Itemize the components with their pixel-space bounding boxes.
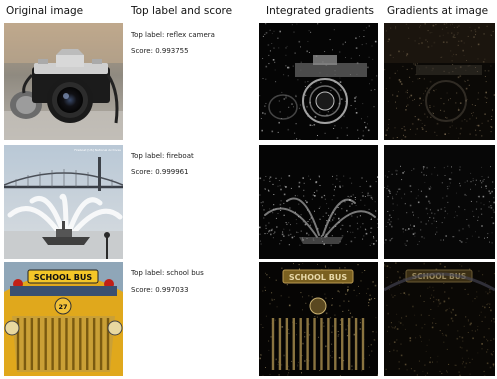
row-3-score: Score: 0.997033 (131, 286, 189, 294)
row-1-top-label: Top label: reflex camera (131, 31, 215, 39)
header-original-image: Original image (6, 5, 84, 17)
original-image-fireboat: Fireboat [US] National Archives (4, 145, 123, 259)
fireboat-watermark: Fireboat [US] National Archives (74, 148, 121, 152)
gradients-at-image-reflex-camera (384, 23, 495, 140)
integrated-gradients-fireboat (259, 145, 378, 259)
header-top-label-and-score: Top label and score (131, 5, 233, 17)
header-integrated-gradients: Integrated gradients (266, 5, 375, 17)
integrated-gradients-school-bus: SCHOOL BUS (259, 262, 378, 376)
bus-number-badge: 27 (58, 303, 67, 311)
row-1-score: Score: 0.993755 (131, 47, 189, 55)
integrated-bus-sign: SCHOOL BUS (289, 273, 347, 282)
school-bus-sign: SCHOOL BUS (34, 273, 92, 282)
row-3-top-label: Top label: school bus (131, 269, 204, 277)
row-2-score: Score: 0.999961 (131, 168, 189, 176)
gradients-at-image-fireboat (384, 145, 495, 259)
original-image-reflex-camera (4, 23, 123, 140)
row-2-top-label: Top label: fireboat (131, 152, 194, 160)
gradients-at-image-school-bus: SCHOOL BUS (384, 262, 495, 376)
original-image-school-bus: SCHOOL BUS 27 (4, 262, 123, 376)
integrated-gradients-reflex-camera (259, 23, 378, 140)
header-gradients-at-image: Gradients at image (387, 5, 489, 17)
